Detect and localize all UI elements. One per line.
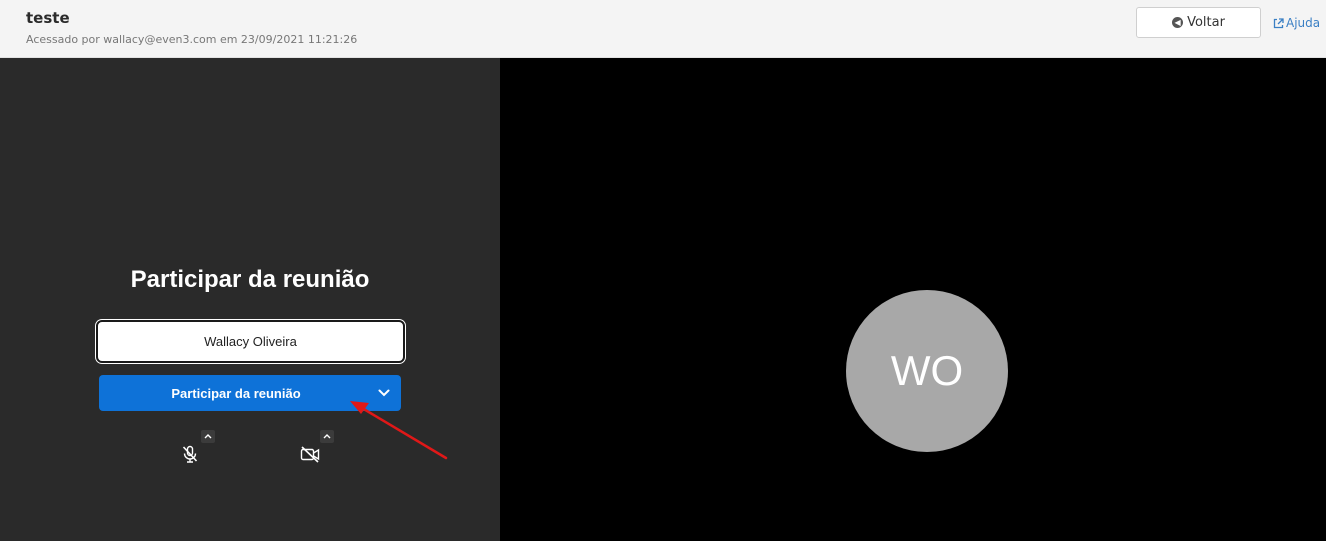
help-link-label: Ajuda: [1286, 16, 1321, 30]
name-input[interactable]: [96, 320, 405, 363]
chevron-up-icon: [323, 434, 331, 439]
chevron-down-icon: [378, 389, 390, 397]
mic-toggle-button[interactable]: [178, 442, 202, 466]
back-button[interactable]: ◀ Voltar: [1136, 7, 1261, 38]
avatar-initials: WO: [890, 347, 964, 394]
join-meeting-button[interactable]: Participar da reunião: [99, 375, 401, 411]
avatar: WO: [846, 290, 1008, 452]
mic-muted-icon: [182, 445, 198, 463]
access-info: Acessado por wallacy@even3.com em 23/09/…: [26, 33, 358, 46]
mic-options-button[interactable]: [201, 430, 215, 443]
camera-off-icon: [300, 446, 320, 463]
page-header: teste Acessado por wallacy@even3.com em …: [0, 0, 1326, 58]
camera-toggle-button[interactable]: [298, 442, 322, 466]
camera-options-button[interactable]: [320, 430, 334, 443]
page-title: teste: [26, 9, 70, 27]
external-link-icon: [1273, 17, 1284, 29]
join-heading: Participar da reunião: [130, 266, 370, 293]
back-button-label: Voltar: [1187, 15, 1225, 30]
arrow-left-circle-icon: ◀: [1172, 17, 1184, 28]
join-options-dropdown[interactable]: [367, 375, 401, 411]
join-button-label: Participar da reunião: [171, 385, 301, 401]
join-panel: [0, 58, 500, 541]
chevron-up-icon: [204, 434, 212, 439]
help-link[interactable]: Ajuda: [1273, 16, 1320, 30]
